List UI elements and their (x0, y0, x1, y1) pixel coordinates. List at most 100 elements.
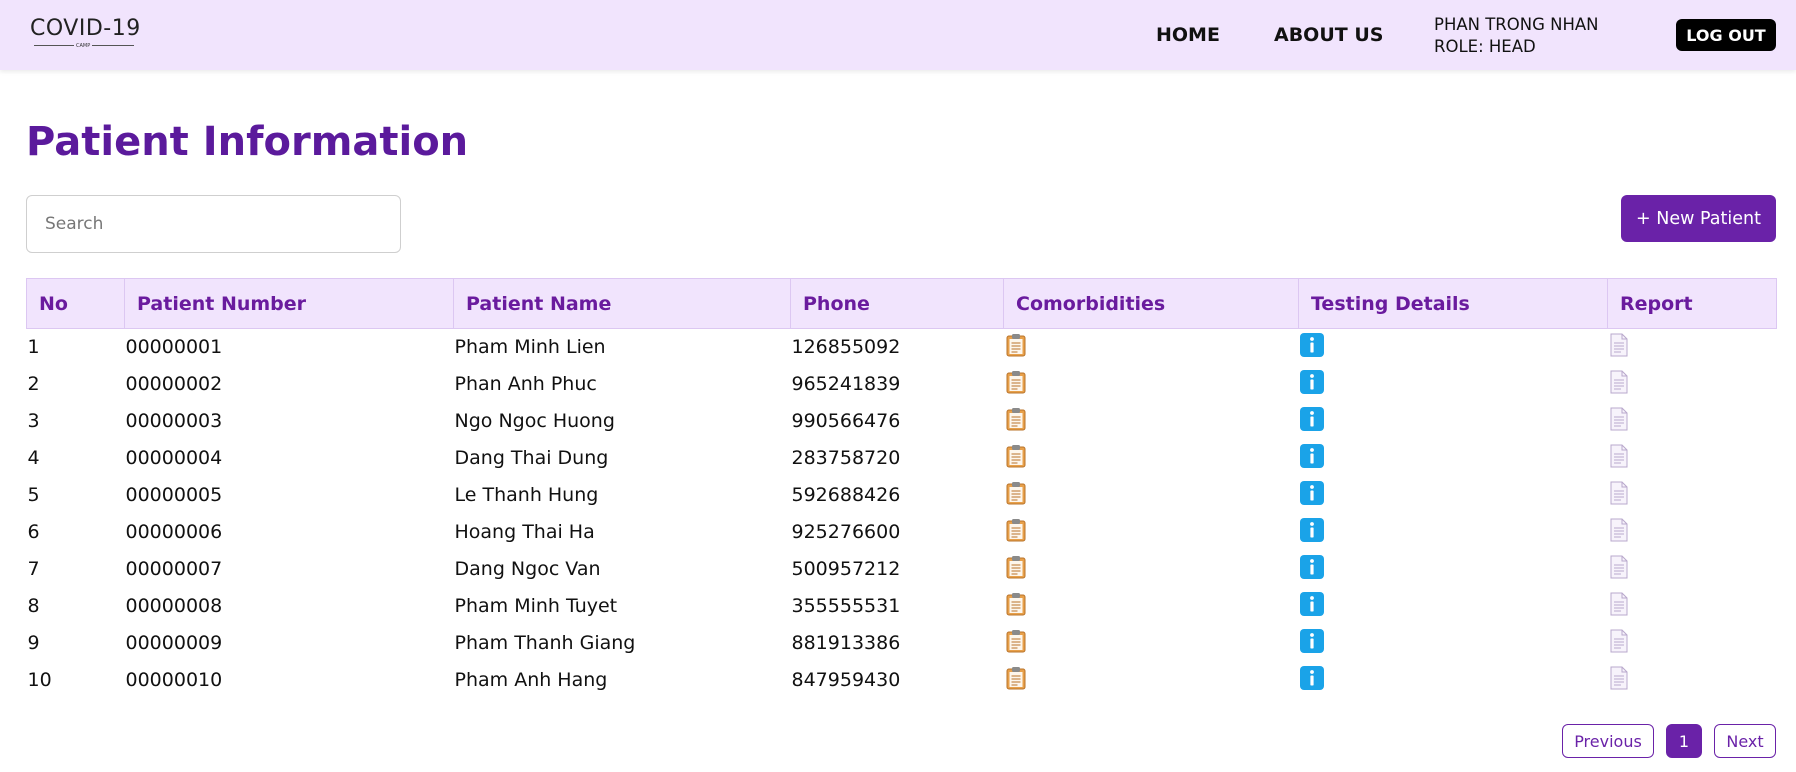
cell-no: 9 (27, 632, 40, 654)
document-icon[interactable] (1609, 666, 1629, 695)
clipboard-icon[interactable] (1005, 592, 1027, 621)
cell-no: 3 (27, 410, 40, 432)
cell-report (1608, 440, 1777, 477)
cell-report (1608, 662, 1777, 699)
info-icon[interactable] (1299, 443, 1324, 473)
pagination-page-1-button[interactable]: 1 (1666, 724, 1702, 758)
table-row[interactable]: 1 00000001 Pham Minh Lien 126855092 (27, 329, 1777, 366)
document-icon[interactable] (1609, 481, 1629, 510)
user-info: PHAN TRONG NHAN ROLE: HEAD (1434, 14, 1599, 58)
patients-table: No Patient Number Patient Name Phone Com… (26, 278, 1777, 699)
cell-phone: 925276600 (791, 521, 901, 543)
cell-report (1608, 588, 1777, 625)
cell-patient-number: 00000001 (125, 336, 223, 359)
nav-about-link[interactable]: ABOUT US (1274, 24, 1383, 46)
cell-no: 8 (27, 595, 40, 617)
cell-patient-number: 00000002 (125, 373, 223, 395)
cell-phone: 126855092 (791, 336, 901, 359)
cell-phone: 965241839 (791, 373, 901, 395)
table-row[interactable]: 6 00000006 Hoang Thai Ha 925276600 (27, 514, 1777, 551)
table-row[interactable]: 2 00000002 Phan Anh Phuc 965241839 (27, 366, 1777, 403)
search-input[interactable] (26, 195, 401, 253)
clipboard-icon[interactable] (1005, 555, 1027, 584)
table-row[interactable]: 7 00000007 Dang Ngoc Van 500957212 (27, 551, 1777, 588)
info-icon[interactable] (1299, 591, 1324, 621)
cell-testing-details (1299, 625, 1608, 662)
cell-patient-name: Phan Anh Phuc (454, 373, 597, 395)
info-icon[interactable] (1299, 332, 1324, 362)
user-role: ROLE: HEAD (1434, 37, 1536, 56)
table-row[interactable]: 5 00000005 Le Thanh Hung 592688426 (27, 477, 1777, 514)
new-patient-button[interactable]: + New Patient (1621, 195, 1776, 242)
cell-patient-name: Pham Minh Tuyet (454, 595, 618, 617)
cell-patient-name: Dang Thai Dung (454, 447, 609, 469)
column-header-no[interactable]: No (26, 278, 125, 329)
cell-patient-name: Pham Anh Hang (454, 669, 608, 691)
logout-button[interactable]: LOG OUT (1676, 19, 1776, 51)
column-header-report[interactable]: Report (1607, 278, 1777, 329)
table-row[interactable]: 4 00000004 Dang Thai Dung 283758720 (27, 440, 1777, 477)
cell-patient-name: Pham Thanh Giang (454, 632, 636, 654)
cell-patient-number: 00000006 (125, 521, 223, 543)
column-header-phone[interactable]: Phone (790, 278, 1004, 329)
cell-patient-name: Hoang Thai Ha (454, 521, 595, 543)
cell-testing-details (1299, 588, 1608, 625)
clipboard-icon[interactable] (1005, 333, 1027, 362)
document-icon[interactable] (1609, 333, 1629, 362)
info-icon[interactable] (1299, 628, 1324, 658)
cell-comorbidities (1004, 514, 1299, 551)
cell-comorbidities (1004, 477, 1299, 514)
cell-testing-details (1299, 366, 1608, 403)
cell-phone: 990566476 (791, 410, 901, 432)
clipboard-icon[interactable] (1005, 370, 1027, 399)
cell-no: 1 (27, 336, 40, 359)
document-icon[interactable] (1609, 592, 1629, 621)
cell-comorbidities (1004, 403, 1299, 440)
cell-patient-name: Dang Ngoc Van (454, 558, 601, 580)
logo-subtext: CAMP (74, 43, 93, 49)
info-icon[interactable] (1299, 554, 1324, 584)
cell-no: 5 (27, 484, 40, 506)
document-icon[interactable] (1609, 629, 1629, 658)
cell-testing-details (1299, 329, 1608, 366)
info-icon[interactable] (1299, 517, 1324, 547)
cell-phone: 283758720 (791, 447, 901, 469)
clipboard-icon[interactable] (1005, 666, 1027, 695)
info-icon[interactable] (1299, 369, 1324, 399)
clipboard-icon[interactable] (1005, 444, 1027, 473)
clipboard-icon[interactable] (1005, 407, 1027, 436)
pagination-next-button[interactable]: Next (1714, 724, 1776, 758)
table-row[interactable]: 3 00000003 Ngo Ngoc Huong 990566476 (27, 403, 1777, 440)
table-header-row: No Patient Number Patient Name Phone Com… (26, 278, 1777, 329)
covid-camp-logo[interactable]: COVID-19 CAMP (30, 16, 140, 52)
column-header-patient-number[interactable]: Patient Number (124, 278, 454, 329)
cell-comorbidities (1004, 662, 1299, 699)
column-header-comorbidities[interactable]: Comorbidities (1003, 278, 1299, 329)
cell-report (1608, 625, 1777, 662)
clipboard-icon[interactable] (1005, 629, 1027, 658)
document-icon[interactable] (1609, 555, 1629, 584)
clipboard-icon[interactable] (1005, 518, 1027, 547)
cell-testing-details (1299, 440, 1608, 477)
table-row[interactable]: 8 00000008 Pham Minh Tuyet 355555531 (27, 588, 1777, 625)
cell-testing-details (1299, 403, 1608, 440)
cell-testing-details (1299, 551, 1608, 588)
table-row[interactable]: 9 00000009 Pham Thanh Giang 881913386 (27, 625, 1777, 662)
cell-report (1608, 366, 1777, 403)
document-icon[interactable] (1609, 518, 1629, 547)
document-icon[interactable] (1609, 407, 1629, 436)
clipboard-icon[interactable] (1005, 481, 1027, 510)
document-icon[interactable] (1609, 370, 1629, 399)
top-navbar: COVID-19 CAMP HOME ABOUT US PHAN TRONG N… (0, 0, 1796, 70)
document-icon[interactable] (1609, 444, 1629, 473)
pagination-previous-button[interactable]: Previous (1562, 724, 1654, 758)
table-row[interactable]: 10 00000010 Pham Anh Hang 847959430 (27, 662, 1777, 699)
column-header-testing-details[interactable]: Testing Details (1298, 278, 1608, 329)
info-icon[interactable] (1299, 665, 1324, 695)
column-header-patient-name[interactable]: Patient Name (453, 278, 791, 329)
cell-phone: 500957212 (791, 558, 901, 580)
nav-home-link[interactable]: HOME (1156, 24, 1220, 46)
cell-patient-number: 00000004 (125, 447, 223, 469)
info-icon[interactable] (1299, 406, 1324, 436)
info-icon[interactable] (1299, 480, 1324, 510)
